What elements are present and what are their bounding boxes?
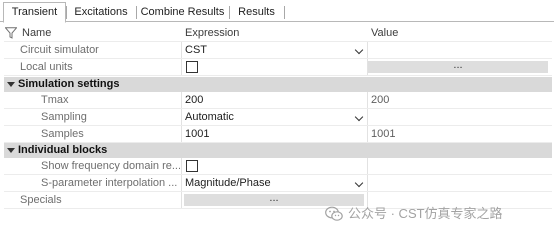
tmax-value: 200 <box>371 94 390 106</box>
row-label: S-parameter interpolation ... <box>41 177 178 189</box>
row-label: Sampling <box>41 111 87 123</box>
value-cell <box>368 109 552 126</box>
value-cell <box>368 42 552 59</box>
row-label: Specials <box>20 194 62 206</box>
header-expression[interactable]: Expression <box>182 24 366 42</box>
group-label: Individual blocks <box>18 144 108 156</box>
tab-separator <box>284 4 286 22</box>
dropdown-chevron-icon[interactable] <box>354 45 364 55</box>
samples-value: 1001 <box>371 128 396 140</box>
show-frequency-checkbox[interactable] <box>186 160 198 172</box>
local-units-browse-button[interactable]: ... <box>368 60 548 73</box>
group-simulation-settings[interactable]: Simulation settings <box>4 77 552 92</box>
collapse-icon[interactable] <box>7 82 15 87</box>
local-units-checkbox[interactable] <box>186 61 198 73</box>
dropdown-chevron-icon[interactable] <box>354 178 364 188</box>
select-value: Magnitude/Phase <box>185 177 271 189</box>
value-cell <box>368 158 552 175</box>
value-cell: ... <box>368 59 552 76</box>
group-label: Simulation settings <box>18 78 120 90</box>
sampling-select[interactable]: Automatic <box>182 109 366 126</box>
row-tmax[interactable]: Tmax 200 200 <box>4 92 552 109</box>
row-show-frequency-domain[interactable]: Show frequency domain re... <box>4 158 552 175</box>
row-samples[interactable]: Samples 1001 1001 <box>4 126 552 143</box>
wechat-icon <box>325 206 343 221</box>
row-label: Samples <box>41 128 84 140</box>
tab-transient[interactable]: Transient <box>3 2 66 23</box>
row-local-units[interactable]: Local units ... <box>4 59 552 76</box>
row-label: Circuit simulator <box>20 44 99 56</box>
tab-combine-results[interactable]: Combine Results <box>136 4 229 22</box>
tab-results[interactable]: Results <box>229 4 284 22</box>
select-value: Automatic <box>185 111 234 123</box>
tab-excitations[interactable]: Excitations <box>66 4 136 22</box>
sparameter-interpolation-select[interactable]: Magnitude/Phase <box>182 175 366 192</box>
watermark-text: 公众号 · CST仿真专家之路 <box>348 206 503 221</box>
show-frequency-expression <box>182 158 366 175</box>
tab-bar: Transient Excitations Combine Results Re… <box>0 0 554 23</box>
row-sparameter-interpolation[interactable]: S-parameter interpolation ... Magnitude/… <box>4 175 552 192</box>
group-individual-blocks[interactable]: Individual blocks <box>4 143 552 158</box>
grid-header: Name Expression Value <box>4 24 552 42</box>
specials-browse-button[interactable]: ... <box>184 193 364 206</box>
row-label: Show frequency domain re... <box>41 160 180 172</box>
collapse-icon[interactable] <box>7 148 15 153</box>
select-value: CST <box>185 44 207 56</box>
samples-expression-input[interactable]: 1001 <box>182 126 366 143</box>
tmax-expression-input[interactable]: 200 <box>182 92 366 109</box>
row-label: Tmax <box>41 94 69 106</box>
dropdown-chevron-icon[interactable] <box>354 112 364 122</box>
circuit-simulator-select[interactable]: CST <box>182 42 366 59</box>
row-circuit-simulator[interactable]: Circuit simulator CST <box>4 42 552 59</box>
header-name[interactable]: Name <box>4 24 180 42</box>
local-units-expression <box>182 59 366 76</box>
value-cell <box>368 175 552 192</box>
row-label: Local units <box>20 61 73 73</box>
row-sampling[interactable]: Sampling Automatic <box>4 109 552 126</box>
header-value[interactable]: Value <box>368 24 552 42</box>
